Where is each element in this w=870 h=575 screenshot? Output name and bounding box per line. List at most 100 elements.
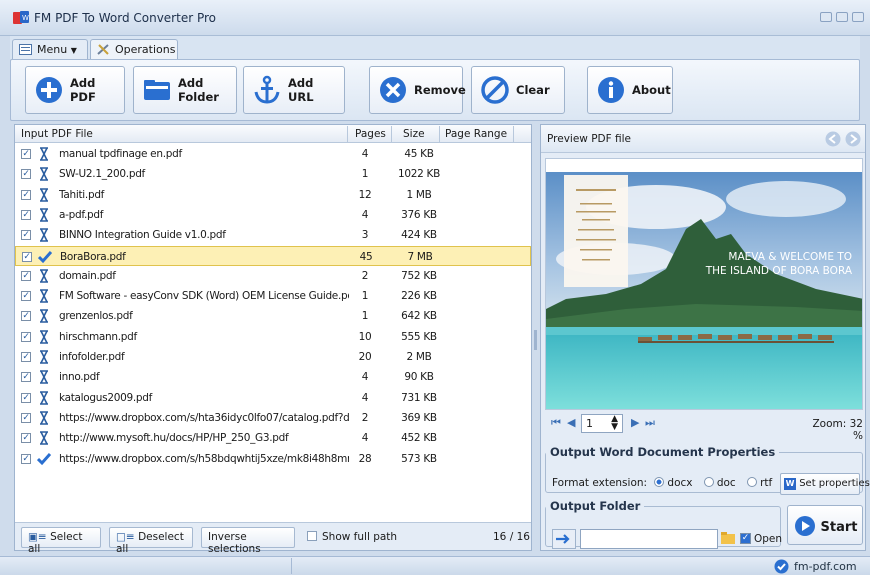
row-checkbox[interactable]: ✓ [21, 412, 31, 423]
file-name: inno.pdf [59, 371, 100, 384]
table-row[interactable]: ✓ BINNO Integration Guide v1.0.pdf 3 424 KB [15, 225, 531, 245]
first-page-icon[interactable]: ⏮ [551, 416, 561, 430]
file-name: grenzenlos.pdf [59, 310, 133, 323]
table-row[interactable]: ✓ grenzenlos.pdf 1 642 KB [15, 306, 531, 326]
folder-browse-icon[interactable] [720, 531, 736, 545]
table-row[interactable]: ✓ http://www.mysoft.hu/docs/HP/HP_250_G3.… [15, 428, 531, 448]
file-name: infofolder.pdf [59, 351, 125, 363]
column-pages[interactable]: Pages [355, 128, 386, 140]
table-row[interactable]: ✓ a-pdf.pdf 4 376 KB [15, 205, 531, 225]
select-all-button[interactable]: ▣≡ Select all [21, 527, 101, 555]
row-checkbox[interactable]: ✓ [21, 270, 31, 281]
row-checkbox[interactable]: ✓ [21, 372, 31, 383]
row-checkbox[interactable]: ✓ [21, 453, 31, 464]
file-size: 731 KB [401, 391, 437, 404]
close-button[interactable] [852, 12, 864, 22]
page-number-value: 1 [586, 417, 593, 430]
pdf-preview[interactable]: MAEVA & WELCOME TO THE ISLAND OF BORA BO… [545, 158, 863, 410]
column-divider[interactable] [513, 126, 514, 142]
table-row[interactable]: ✓ https://www.dropbox.com/s/h58bdqwhtij5x… [15, 449, 531, 469]
add-url-button[interactable]: Add URL [243, 66, 345, 114]
table-row[interactable]: ✓ inno.pdf 4 90 KB [15, 367, 531, 387]
page-spinner-icon[interactable]: ▲ ▼ [611, 415, 618, 432]
row-checkbox[interactable]: ✓ [21, 311, 31, 322]
tab-operations[interactable]: Operations [90, 39, 178, 60]
last-page-icon[interactable]: ⏭ [645, 416, 655, 430]
file-pages: 1 [361, 310, 369, 323]
row-checkbox[interactable]: ✓ [21, 433, 31, 444]
inverse-selections-button[interactable]: Inverse selections [201, 527, 295, 555]
table-row[interactable]: ✓ BoraBora.pdf 45 7 MB [15, 245, 531, 266]
remove-icon [380, 77, 406, 103]
clear-button[interactable]: Clear [471, 66, 565, 114]
start-label: Start [820, 520, 858, 535]
row-checkbox[interactable]: ✓ [21, 230, 31, 241]
back-arrow-icon[interactable] [825, 131, 841, 147]
hourglass-icon [40, 431, 48, 445]
file-size: 7 MB [407, 250, 433, 263]
rtf-radio[interactable] [747, 477, 758, 487]
table-row[interactable]: ✓ infofolder.pdf 20 2 MB [15, 347, 531, 367]
row-checkbox[interactable]: ✓ [21, 331, 31, 342]
forward-arrow-icon[interactable] [845, 131, 861, 147]
menu-tab[interactable]: Menu ▼ [12, 39, 88, 60]
file-size: 452 KB [401, 432, 437, 445]
add-pdf-button[interactable]: Add PDF [25, 66, 125, 114]
row-checkbox[interactable]: ✓ [21, 169, 31, 180]
column-name[interactable]: Input PDF File [21, 128, 93, 140]
show-full-path-checkbox[interactable] [307, 531, 317, 541]
set-properties-button[interactable]: W Set properties [780, 473, 870, 495]
splitter-handle[interactable] [534, 330, 537, 350]
table-row[interactable]: ✓ https://www.dropbox.com/s/hta36idyc0lfo… [15, 408, 531, 428]
file-name: BINNO Integration Guide v1.0.pdf [59, 229, 226, 242]
table-row[interactable]: ✓ Tahiti.pdf 12 1 MB [15, 185, 531, 205]
file-name: BoraBora.pdf [60, 250, 126, 263]
file-pages: 3 [361, 229, 369, 242]
remove-button[interactable]: Remove [369, 66, 466, 114]
file-pages: 28 [358, 452, 372, 465]
column-page-range[interactable]: Page Range [445, 128, 507, 140]
column-divider[interactable] [439, 126, 440, 142]
doc-radio[interactable] [703, 477, 714, 487]
table-row[interactable]: ✓ SW-U2.1_200.pdf 1 1022 KB [15, 164, 531, 184]
table-row[interactable]: ✓ domain.pdf 2 752 KB [15, 266, 531, 286]
add-folder-button[interactable]: Add Folder [133, 66, 237, 114]
maximize-button[interactable] [836, 12, 848, 22]
prev-page-icon[interactable]: ◀ [567, 416, 575, 429]
open-checkbox[interactable]: ✓ [740, 533, 751, 544]
about-button[interactable]: About [587, 66, 673, 114]
column-divider[interactable] [391, 126, 392, 142]
file-name: https://www.dropbox.com/s/h58bdqwhtij5xz… [59, 452, 349, 465]
column-divider[interactable] [347, 126, 348, 142]
doc-label: doc [716, 477, 736, 489]
output-properties-group: Output Word Document Properties Format e… [545, 445, 870, 495]
website-link[interactable]: fm-pdf.com [794, 560, 857, 573]
row-checkbox[interactable]: ✓ [21, 291, 31, 302]
table-row[interactable]: ✓ katalogus2009.pdf 4 731 KB [15, 388, 531, 408]
next-page-icon[interactable]: ▶ [631, 416, 639, 429]
deselect-all-button[interactable]: □≡ Deselect all [109, 527, 193, 555]
row-checkbox[interactable]: ✓ [21, 352, 31, 362]
output-arrow-icon[interactable] [552, 529, 576, 549]
page-number-input[interactable]: 1 ▲ ▼ [581, 414, 623, 433]
file-name: manual tpdfinage en.pdf [59, 148, 182, 160]
file-size: 2 MB [406, 351, 432, 363]
row-checkbox[interactable]: ✓ [22, 251, 32, 262]
row-checkbox[interactable]: ✓ [21, 209, 31, 220]
output-folder-input[interactable] [580, 529, 718, 549]
row-checkbox[interactable]: ✓ [21, 392, 31, 403]
minimize-button[interactable] [820, 12, 832, 22]
start-button[interactable]: Start [787, 505, 863, 545]
file-size: 1 MB [406, 188, 432, 201]
table-row[interactable]: ✓ hirschmann.pdf 10 555 KB [15, 327, 531, 347]
hourglass-icon [40, 147, 48, 161]
row-checkbox[interactable]: ✓ [21, 149, 31, 159]
table-row[interactable]: ✓ FM Software - easyConv SDK (Word) OEM L… [15, 286, 531, 306]
column-size[interactable]: Size [403, 128, 425, 140]
preview-headline-1: MAEVA & WELCOME TO [728, 251, 852, 263]
remove-label: Remove [414, 83, 466, 97]
row-checkbox[interactable]: ✓ [21, 189, 31, 200]
table-row[interactable]: ✓ manual tpdfinage en.pdf 4 45 KB [15, 144, 531, 164]
docx-radio[interactable] [654, 477, 665, 487]
play-icon [795, 516, 815, 536]
